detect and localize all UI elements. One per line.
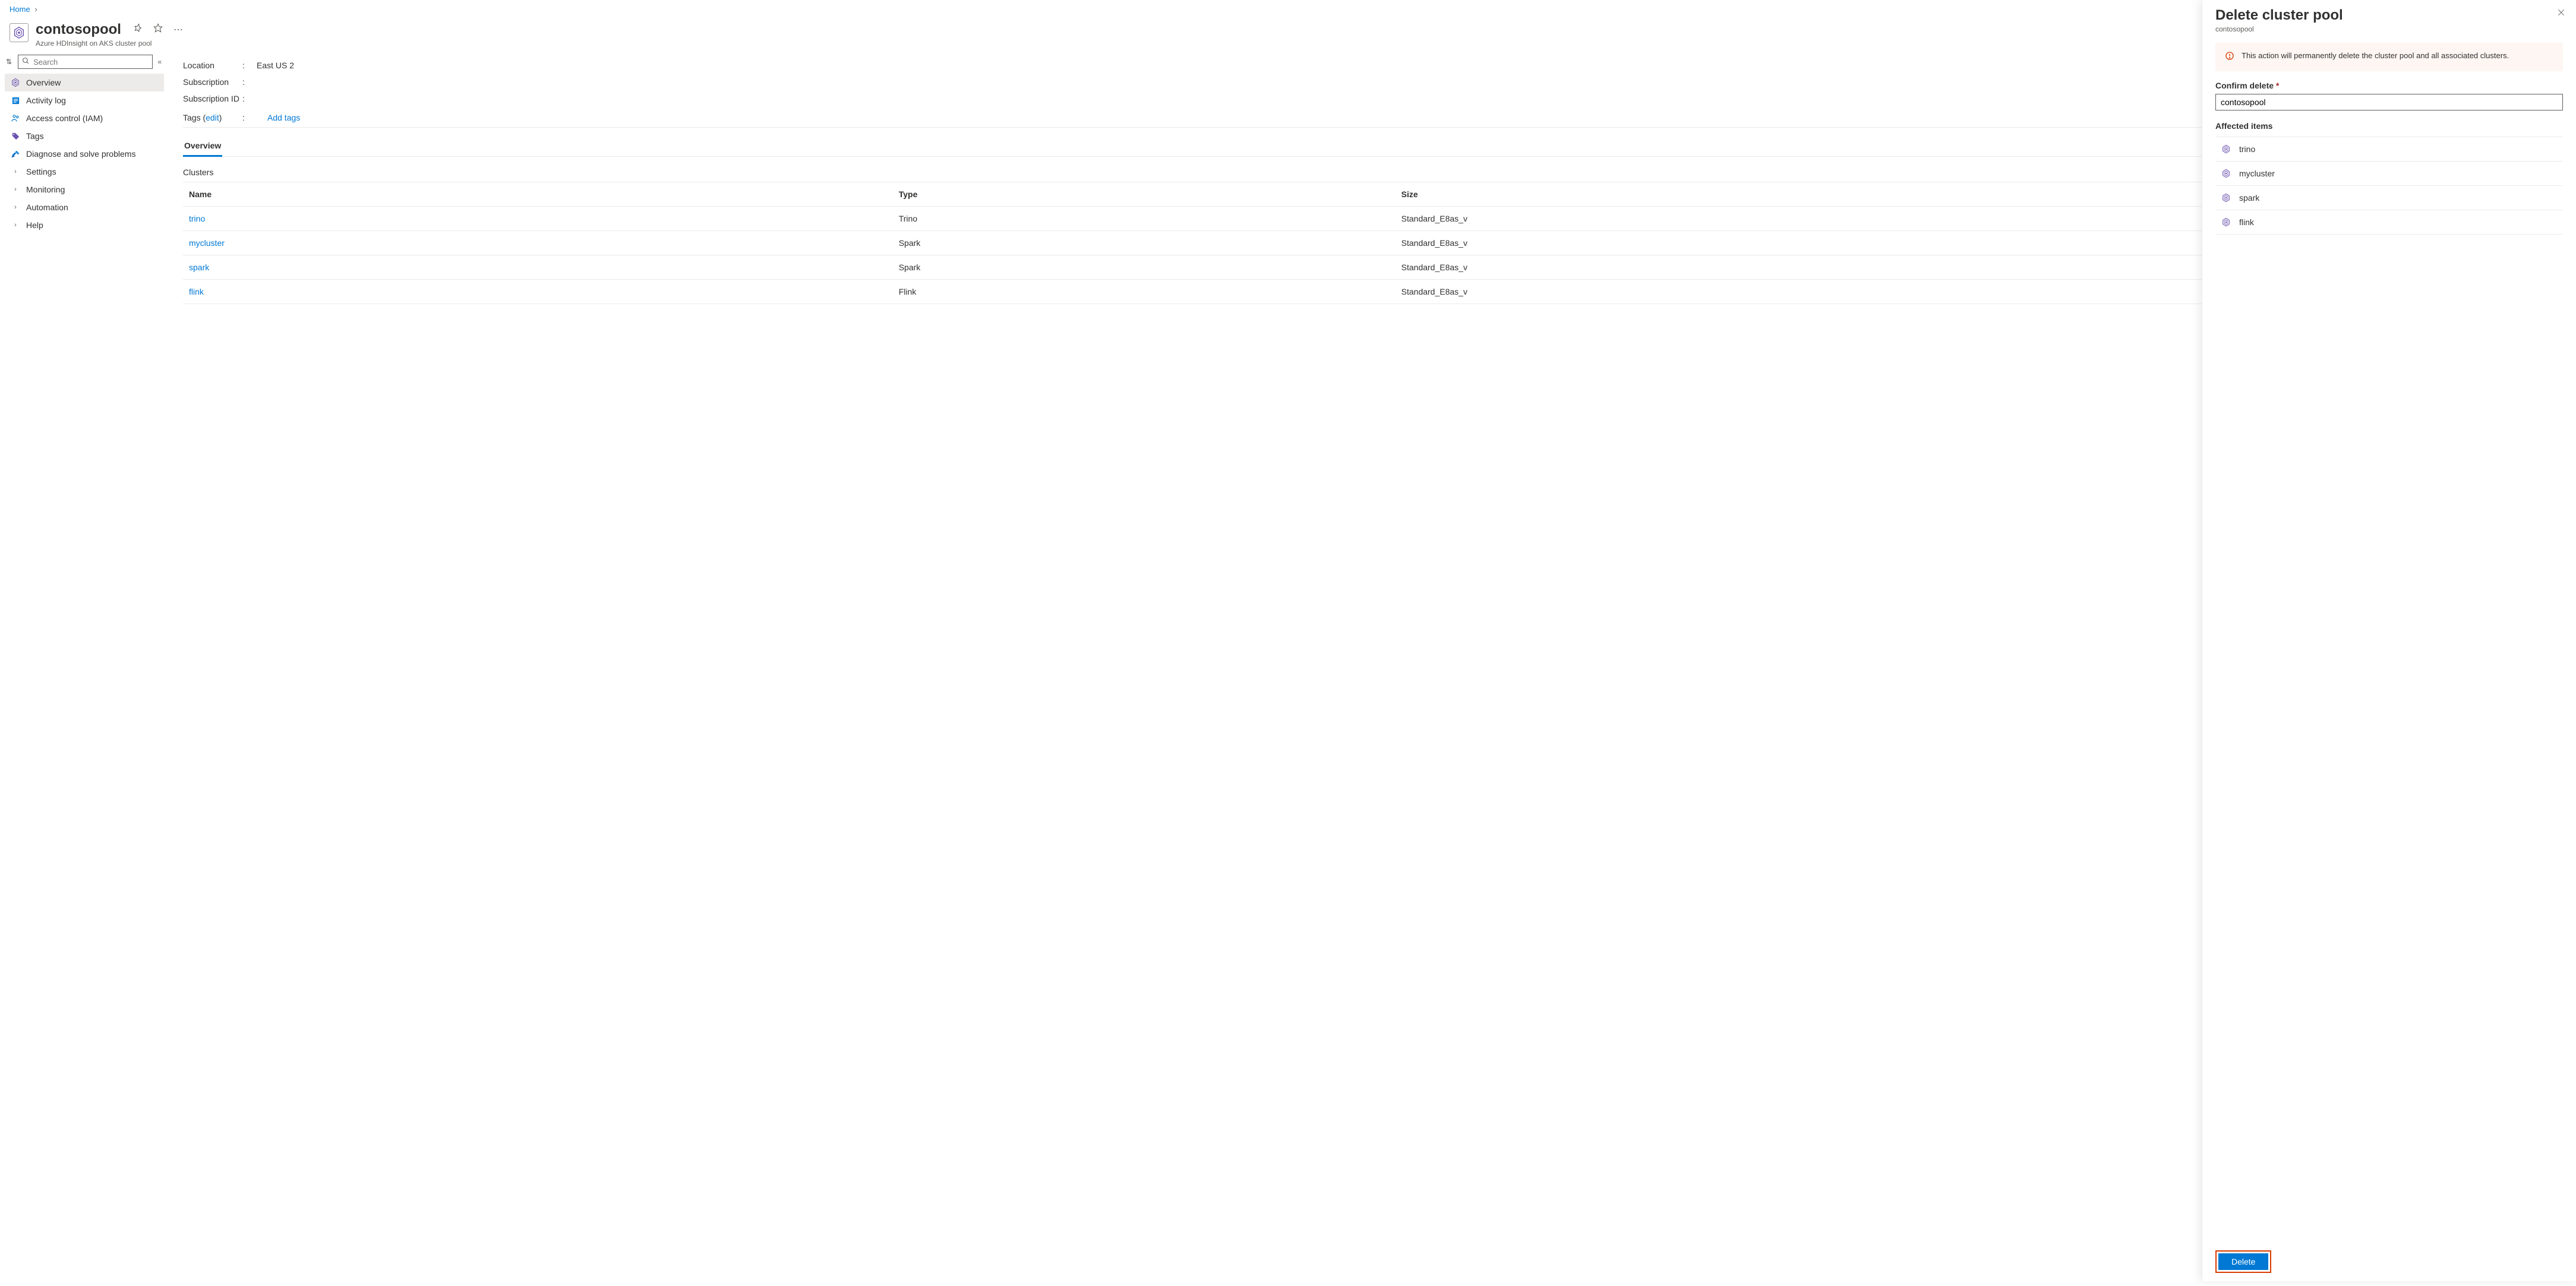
sidebar-item-tags[interactable]: Tags	[5, 127, 164, 145]
sidebar-item-overview[interactable]: Overview	[5, 74, 164, 91]
diagnose-icon	[11, 149, 20, 159]
sidebar-item-label: Diagnose and solve problems	[26, 149, 135, 159]
collapse-sidebar-button[interactable]: «	[155, 55, 164, 68]
sidebar-item-monitoring[interactable]: › Monitoring	[5, 181, 164, 198]
page-subtitle: Azure HDInsight on AKS cluster pool	[36, 39, 185, 48]
sidebar-item-label: Activity log	[26, 96, 66, 105]
affected-item-name: trino	[2239, 144, 2255, 154]
more-button[interactable]: ⋯	[171, 21, 185, 38]
search-icon	[22, 57, 30, 67]
sidebar-search[interactable]	[18, 55, 153, 69]
sidebar-item-automation[interactable]: › Automation	[5, 198, 164, 216]
cluster-link[interactable]: trino	[189, 214, 205, 223]
subscription-label: Subscription	[183, 77, 242, 87]
breadcrumb-home[interactable]: Home	[10, 5, 30, 14]
sidebar-item-label: Help	[26, 220, 43, 230]
cluster-type: Spark	[893, 255, 1396, 280]
sidebar-item-label: Settings	[26, 167, 56, 176]
col-name[interactable]: Name	[183, 182, 893, 207]
cluster-icon	[2221, 169, 2231, 178]
panel-title: Delete cluster pool	[2215, 7, 2563, 24]
sidebar-item-label: Access control (IAM)	[26, 113, 103, 123]
cluster-link[interactable]: spark	[189, 263, 209, 272]
pin-button[interactable]	[131, 21, 145, 38]
warning-banner: This action will permanently delete the …	[2215, 43, 2563, 71]
resource-header: contosopool ⋯ Azure HDInsight on AKS clu…	[0, 18, 2576, 52]
resource-icon	[10, 23, 29, 42]
warning-text: This action will permanently delete the …	[2242, 51, 2509, 60]
chevron-right-icon: ›	[11, 185, 20, 194]
sidebar-item-activity-log[interactable]: Activity log	[5, 91, 164, 109]
tags-label: Tags (edit)	[183, 113, 242, 122]
sidebar-item-settings[interactable]: › Settings	[5, 163, 164, 181]
sidebar-item-label: Monitoring	[26, 185, 65, 194]
confirm-label: Confirm delete *	[2215, 81, 2563, 90]
col-type[interactable]: Type	[893, 182, 1396, 207]
add-tags-link[interactable]: Add tags	[267, 113, 300, 122]
overview-icon	[11, 78, 20, 87]
cluster-type: Flink	[893, 280, 1396, 304]
chevron-right-icon: ›	[11, 220, 20, 230]
affected-item: trino	[2215, 137, 2563, 162]
cluster-type: Spark	[893, 231, 1396, 255]
sidebar-item-label: Tags	[26, 131, 44, 141]
chevron-right-icon: ›	[11, 203, 20, 212]
cluster-link[interactable]: mycluster	[189, 238, 225, 248]
delete-panel: Delete cluster pool contosopool This act…	[2202, 0, 2576, 1281]
affected-item-name: mycluster	[2239, 169, 2275, 178]
tab-overview[interactable]: Overview	[183, 136, 222, 157]
confirm-input[interactable]	[2215, 94, 2563, 110]
search-input[interactable]	[33, 58, 149, 67]
affected-item: mycluster	[2215, 162, 2563, 186]
sidebar-item-label: Overview	[26, 78, 61, 87]
close-button[interactable]	[2557, 8, 2565, 20]
sidebar-item-help[interactable]: › Help	[5, 216, 164, 234]
sidebar-item-diagnose[interactable]: Diagnose and solve problems	[5, 145, 164, 163]
warning-icon	[2225, 51, 2234, 63]
cluster-type: Trino	[893, 207, 1396, 231]
cluster-icon	[2221, 217, 2231, 227]
cluster-icon	[2221, 193, 2231, 203]
cluster-icon	[2221, 144, 2231, 154]
affected-items-heading: Affected items	[2215, 121, 2563, 131]
sidebar-item-label: Automation	[26, 203, 68, 212]
panel-subtitle: contosopool	[2215, 25, 2563, 33]
sidebar-item-access-control[interactable]: Access control (IAM)	[5, 109, 164, 127]
sidebar: ⇅ « Overview Activity log Access control	[0, 52, 169, 1286]
affected-item: flink	[2215, 210, 2563, 235]
chevron-right-icon: ›	[11, 167, 20, 176]
favorite-button[interactable]	[151, 21, 165, 38]
affected-item: spark	[2215, 186, 2563, 210]
subscription-id-label: Subscription ID	[183, 94, 242, 103]
delete-button[interactable]: Delete	[2218, 1253, 2268, 1270]
delete-button-highlight: Delete	[2215, 1250, 2271, 1273]
location-label: Location	[183, 61, 242, 70]
access-control-icon	[11, 113, 20, 123]
cluster-link[interactable]: flink	[189, 287, 204, 296]
activity-log-icon	[11, 96, 20, 105]
page-title: contosopool	[36, 21, 121, 38]
tags-icon	[11, 131, 20, 141]
affected-item-name: spark	[2239, 193, 2259, 203]
affected-item-name: flink	[2239, 217, 2254, 227]
breadcrumb: Home ›	[0, 0, 2576, 18]
tags-edit-link[interactable]: edit	[206, 113, 219, 122]
sort-icon[interactable]: ⇅	[6, 58, 12, 66]
chevron-right-icon: ›	[34, 5, 37, 14]
